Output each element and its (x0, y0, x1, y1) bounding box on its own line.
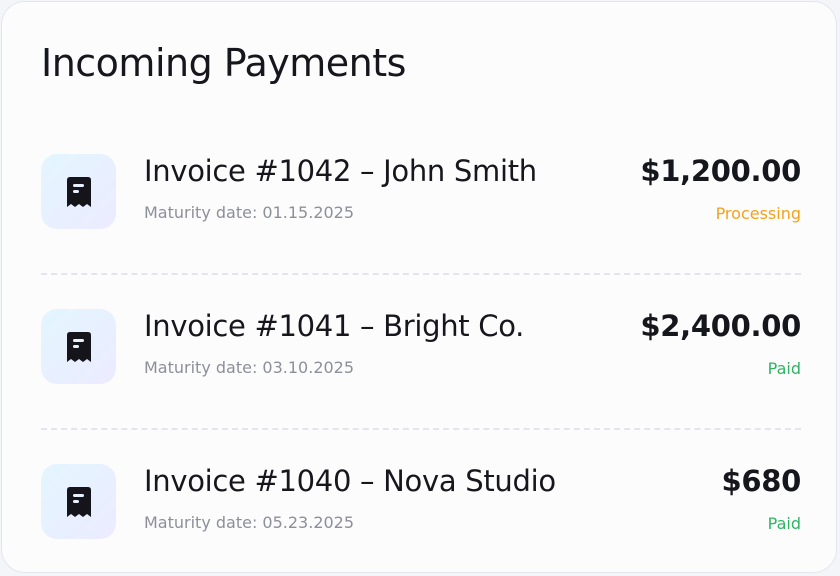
incoming-payments-card: Incoming Payments Invoice #1042 – John S… (1, 1, 837, 573)
receipt-icon (66, 176, 91, 207)
invoice-list: Invoice #1042 – John Smith Maturity date… (41, 120, 801, 572)
invoice-icon-tile (41, 309, 116, 384)
maturity-date: Maturity date: 05.23.2025 (144, 513, 355, 532)
maturity-date: Maturity date: 01.15.2025 (144, 203, 355, 222)
card-title: Incoming Payments (41, 41, 406, 85)
invoice-title: Invoice #1042 – John Smith (144, 154, 537, 188)
receipt-icon (66, 486, 91, 517)
invoice-row[interactable]: Invoice #1042 – John Smith Maturity date… (41, 120, 801, 275)
invoice-title: Invoice #1041 – Bright Co. (144, 309, 525, 343)
invoice-row[interactable]: Invoice #1040 – Nova Studio Maturity dat… (41, 430, 801, 572)
invoice-amount: $1,200.00 (640, 154, 801, 188)
invoice-icon-tile (41, 154, 116, 229)
status-label: Paid (767, 359, 801, 378)
receipt-icon (66, 331, 91, 362)
status-label: Paid (767, 514, 801, 533)
invoice-amount: $680 (721, 464, 801, 498)
status-label: Processing (715, 204, 801, 223)
invoice-title: Invoice #1040 – Nova Studio (144, 464, 556, 498)
invoice-amount: $2,400.00 (640, 309, 801, 343)
invoice-icon-tile (41, 464, 116, 539)
maturity-date: Maturity date: 03.10.2025 (144, 358, 355, 377)
invoice-row[interactable]: Invoice #1041 – Bright Co. Maturity date… (41, 275, 801, 430)
